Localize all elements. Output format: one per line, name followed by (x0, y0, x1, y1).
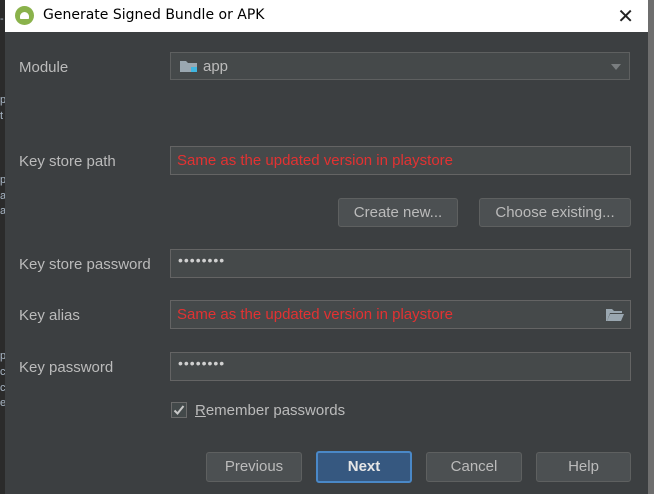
remember-passwords-checkbox[interactable] (171, 402, 187, 418)
module-value: app (203, 58, 229, 75)
checkmark-icon (173, 405, 185, 415)
close-icon[interactable]: ✕ (617, 4, 634, 28)
module-dropdown[interactable]: app (170, 52, 630, 80)
module-label: Module (19, 59, 69, 76)
dialog-title: Generate Signed Bundle or APK (43, 7, 265, 23)
remember-label-rest: emember passwords (205, 402, 346, 419)
key-store-password-value: •••••••• (178, 252, 226, 268)
key-store-password-label: Key store password (19, 256, 151, 273)
key-password-label: Key password (19, 359, 114, 376)
key-store-path-label: Key store path (19, 153, 116, 170)
next-button[interactable]: Next (316, 451, 412, 483)
choose-existing-button[interactable]: Choose existing... (479, 198, 631, 227)
window-edge (648, 0, 654, 494)
key-store-password-field[interactable]: •••••••• (170, 249, 631, 278)
title-bar: Generate Signed Bundle or APK ✕ (5, 0, 648, 32)
android-studio-icon (15, 6, 34, 25)
chevron-down-icon (611, 64, 621, 70)
cancel-button[interactable]: Cancel (426, 452, 522, 482)
previous-button[interactable]: Previous (206, 452, 302, 482)
key-store-path-field[interactable]: Same as the updated version in playstore (170, 146, 631, 175)
background-window-strip: -pt paa pcce (0, 0, 5, 494)
key-password-field[interactable]: •••••••• (170, 352, 631, 381)
key-password-value: •••••••• (178, 355, 226, 371)
create-new-button[interactable]: Create new... (338, 198, 458, 227)
folder-open-icon[interactable] (606, 308, 624, 321)
key-store-path-value: Same as the updated version in playstore (177, 152, 453, 169)
key-alias-field[interactable]: Same as the updated version in playstore (170, 300, 631, 329)
key-alias-label: Key alias (19, 307, 80, 324)
key-alias-value: Same as the updated version in playstore (177, 306, 453, 323)
folder-icon (180, 61, 197, 72)
remember-passwords-label[interactable]: Remember passwords (195, 402, 345, 419)
help-button[interactable]: Help (536, 452, 631, 482)
remember-mnemonic: R (195, 402, 206, 419)
